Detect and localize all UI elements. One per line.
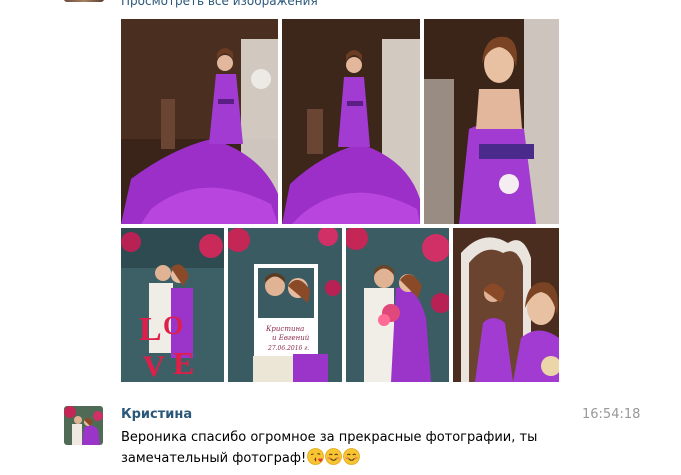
photo-5[interactable]: Кристина и Евгений 27.06.2016 г. xyxy=(228,228,342,382)
photo-3[interactable] xyxy=(424,19,559,224)
smile-emoji xyxy=(343,448,361,465)
photo-7[interactable] xyxy=(453,228,559,382)
svg-text:L: L xyxy=(139,311,162,348)
svg-text:E: E xyxy=(173,345,194,381)
svg-text:27.06.2016 г.: 27.06.2016 г. xyxy=(267,345,309,352)
smile-emoji xyxy=(325,448,343,465)
message-time: 16:54:18 xyxy=(582,407,641,422)
previous-message-avatar[interactable] xyxy=(64,0,104,2)
photo-1[interactable] xyxy=(121,19,278,224)
photo-4[interactable]: L O V E xyxy=(121,228,224,382)
avatar-photo-icon xyxy=(64,406,103,445)
svg-text:V: V xyxy=(143,350,165,382)
message-body: Вероника спасибо огромное за прекрасные … xyxy=(121,428,541,469)
author-avatar[interactable] xyxy=(64,406,103,445)
svg-text:и Евгений: и Евгений xyxy=(272,334,310,342)
photo-2[interactable] xyxy=(282,19,420,224)
view-all-images-link[interactable]: Просмотреть все изображения xyxy=(121,0,318,8)
photo-6[interactable] xyxy=(346,228,449,382)
svg-text:O: O xyxy=(163,311,183,340)
kiss-emoji xyxy=(307,448,325,465)
author-name[interactable]: Кристина xyxy=(121,407,192,422)
svg-text:Кристина: Кристина xyxy=(265,325,304,333)
